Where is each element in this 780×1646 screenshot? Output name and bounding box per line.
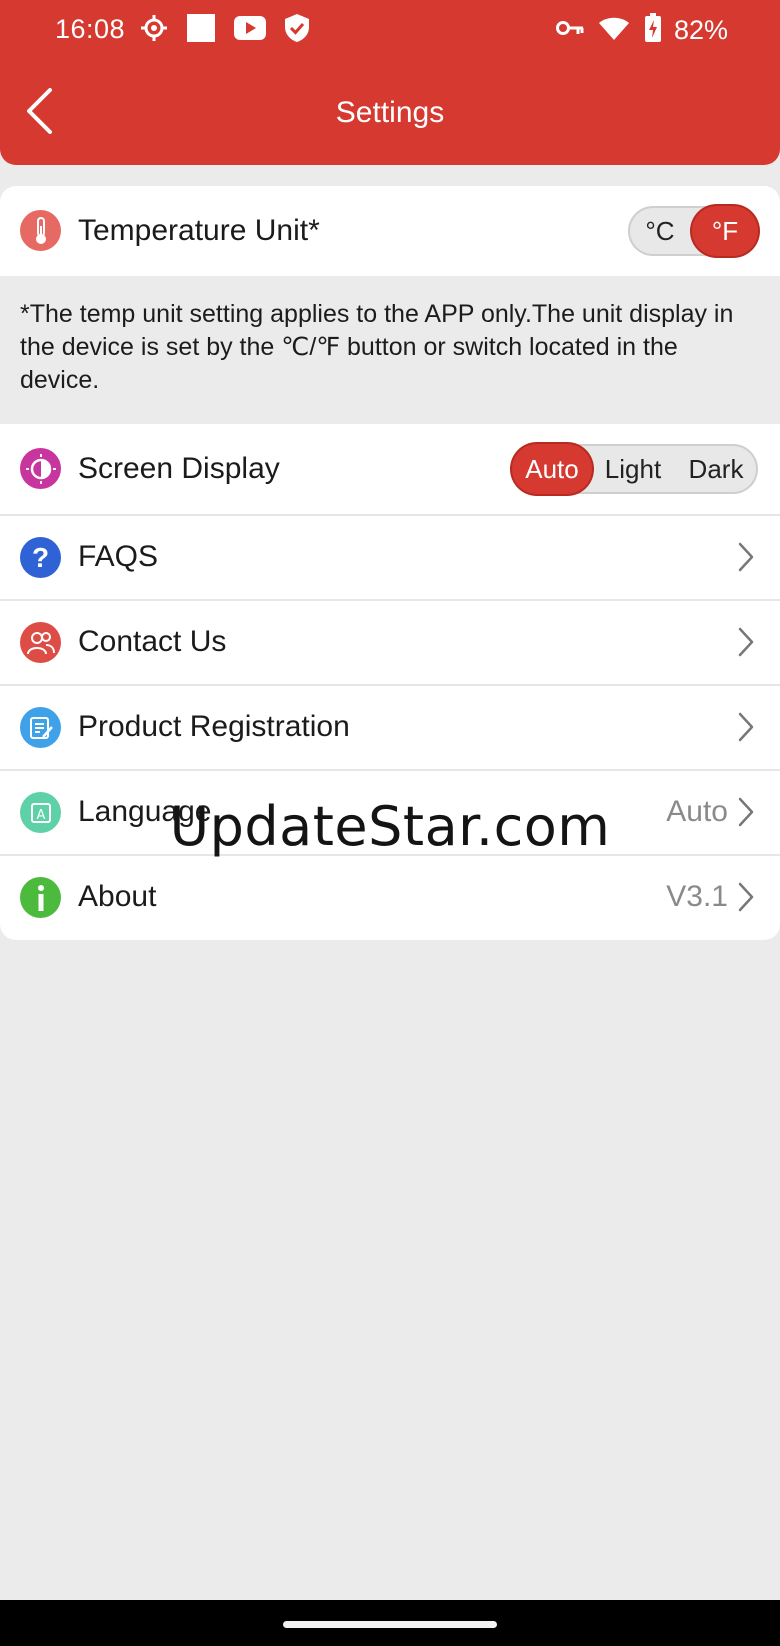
settings-gear-icon bbox=[140, 14, 168, 47]
contact-us-row[interactable]: Contact Us bbox=[0, 601, 780, 684]
fahrenheit-option[interactable]: °F bbox=[692, 206, 758, 256]
display-dark-option[interactable]: Dark bbox=[674, 444, 758, 494]
temperature-unit-note: *The temp unit setting applies to the AP… bbox=[20, 300, 734, 394]
system-nav-bar bbox=[0, 1600, 780, 1646]
screen-display-toggle[interactable]: Auto Light Dark bbox=[512, 444, 758, 494]
temperature-unit-label: Temperature Unit* bbox=[78, 214, 320, 247]
registration-form-icon bbox=[20, 707, 61, 748]
product-registration-row[interactable]: Product Registration bbox=[0, 686, 780, 769]
screen-display-row: Screen Display Auto Light Dark bbox=[0, 424, 780, 514]
chevron-right-icon bbox=[738, 880, 760, 914]
about-label: About bbox=[78, 880, 157, 913]
battery-charging-icon bbox=[644, 12, 662, 48]
battery-percent: 82% bbox=[673, 14, 728, 45]
youtube-icon bbox=[234, 15, 266, 45]
status-time: 16:08 bbox=[55, 14, 126, 44]
vpn-key-icon bbox=[555, 19, 584, 42]
chevron-right-icon bbox=[738, 625, 760, 659]
faqs-row[interactable]: ? FAQS bbox=[0, 516, 780, 599]
contact-us-label: Contact Us bbox=[78, 625, 227, 658]
faqs-label: FAQS bbox=[78, 540, 159, 573]
shield-check-icon bbox=[284, 13, 310, 48]
product-registration-label: Product Registration bbox=[78, 710, 350, 743]
info-icon bbox=[20, 877, 61, 918]
chevron-right-icon bbox=[738, 710, 760, 744]
status-bar: 16:08 82% bbox=[0, 0, 780, 62]
temperature-unit-toggle[interactable]: °C °F bbox=[628, 206, 758, 256]
contact-people-icon bbox=[20, 622, 61, 663]
screen-display-label: Screen Display bbox=[78, 452, 280, 485]
home-gesture-pill[interactable] bbox=[283, 1621, 497, 1628]
screen-display-icon bbox=[20, 448, 61, 489]
display-light-option[interactable]: Light bbox=[592, 444, 674, 494]
wifi-icon bbox=[598, 15, 630, 46]
page-title: Settings bbox=[335, 96, 445, 129]
about-row[interactable]: About V3.1 bbox=[0, 856, 780, 940]
watermark: UpdateStar.com bbox=[169, 795, 611, 858]
chevron-right-icon bbox=[738, 540, 760, 574]
display-auto-option[interactable]: Auto bbox=[512, 444, 592, 494]
app-version-value: V3.1 bbox=[666, 880, 728, 913]
square-notification-icon bbox=[186, 13, 216, 48]
settings-list: Screen Display Auto Light Dark ? FAQS Co… bbox=[0, 424, 780, 940]
app-header: 16:08 82% Settings bbox=[0, 0, 780, 165]
celsius-option[interactable]: °C bbox=[628, 206, 692, 256]
temperature-unit-row: Temperature Unit* °C °F bbox=[0, 186, 780, 276]
thermometer-icon bbox=[20, 210, 61, 251]
question-icon: ? bbox=[20, 537, 61, 578]
